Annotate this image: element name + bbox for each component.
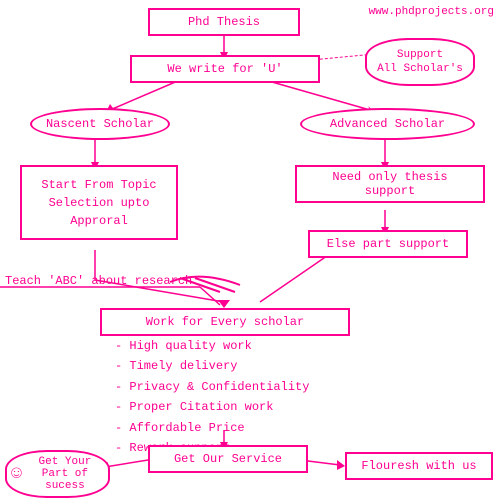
list-item-1: - High quality work	[115, 336, 309, 356]
work-for-label: Work for Every scholar	[146, 315, 304, 329]
we-write-label: We write for 'U'	[167, 62, 282, 76]
start-from-label: Start From TopicSelection uptoApproral	[41, 176, 156, 230]
need-only-label: Need only thesis support	[305, 170, 475, 198]
list-container: - High quality work - Timely delivery - …	[115, 336, 309, 458]
else-part-box: Else part support	[308, 230, 468, 258]
diagram: www.phdprojects.org Phd Thesis We write …	[0, 0, 500, 500]
work-for-box: Work for Every scholar	[100, 308, 350, 336]
advanced-scholar-ellipse: Advanced Scholar	[300, 108, 475, 140]
else-part-label: Else part support	[327, 237, 449, 251]
phd-thesis-box: Phd Thesis	[148, 8, 300, 36]
get-our-service-box: Get Our Service	[148, 445, 308, 473]
need-only-box: Need only thesis support	[295, 165, 485, 203]
nascent-scholar-label: Nascent Scholar	[46, 117, 154, 131]
we-write-box: We write for 'U'	[130, 55, 320, 83]
start-from-box: Start From TopicSelection uptoApproral	[20, 165, 178, 240]
advanced-scholar-label: Advanced Scholar	[330, 117, 445, 131]
get-your-cloud: ☺ Get YourPart of sucess	[5, 450, 110, 498]
get-our-service-label: Get Our Service	[174, 452, 282, 466]
support-cloud: SupportAll Scholar's	[365, 38, 475, 86]
nascent-scholar-ellipse: Nascent Scholar	[30, 108, 170, 140]
list-item-4: - Proper Citation work	[115, 397, 309, 417]
list-item-5: - Affordable Price	[115, 418, 309, 438]
get-your-label: Get YourPart of sucess	[26, 456, 104, 492]
flouresh-box: Flouresh with us	[345, 452, 493, 480]
support-cloud-label: SupportAll Scholar's	[377, 48, 463, 77]
flouresh-label: Flouresh with us	[361, 459, 476, 473]
smiley-icon: ☺	[11, 464, 22, 484]
list-item-2: - Timely delivery	[115, 356, 309, 376]
phd-thesis-label: Phd Thesis	[188, 15, 260, 29]
list-item-3: - Privacy & Confidentiality	[115, 377, 309, 397]
teach-label: Teach 'ABC' about research	[5, 274, 192, 288]
website-url: www.phdprojects.org	[369, 6, 494, 18]
teach-text: Teach 'ABC' about research	[5, 274, 192, 288]
